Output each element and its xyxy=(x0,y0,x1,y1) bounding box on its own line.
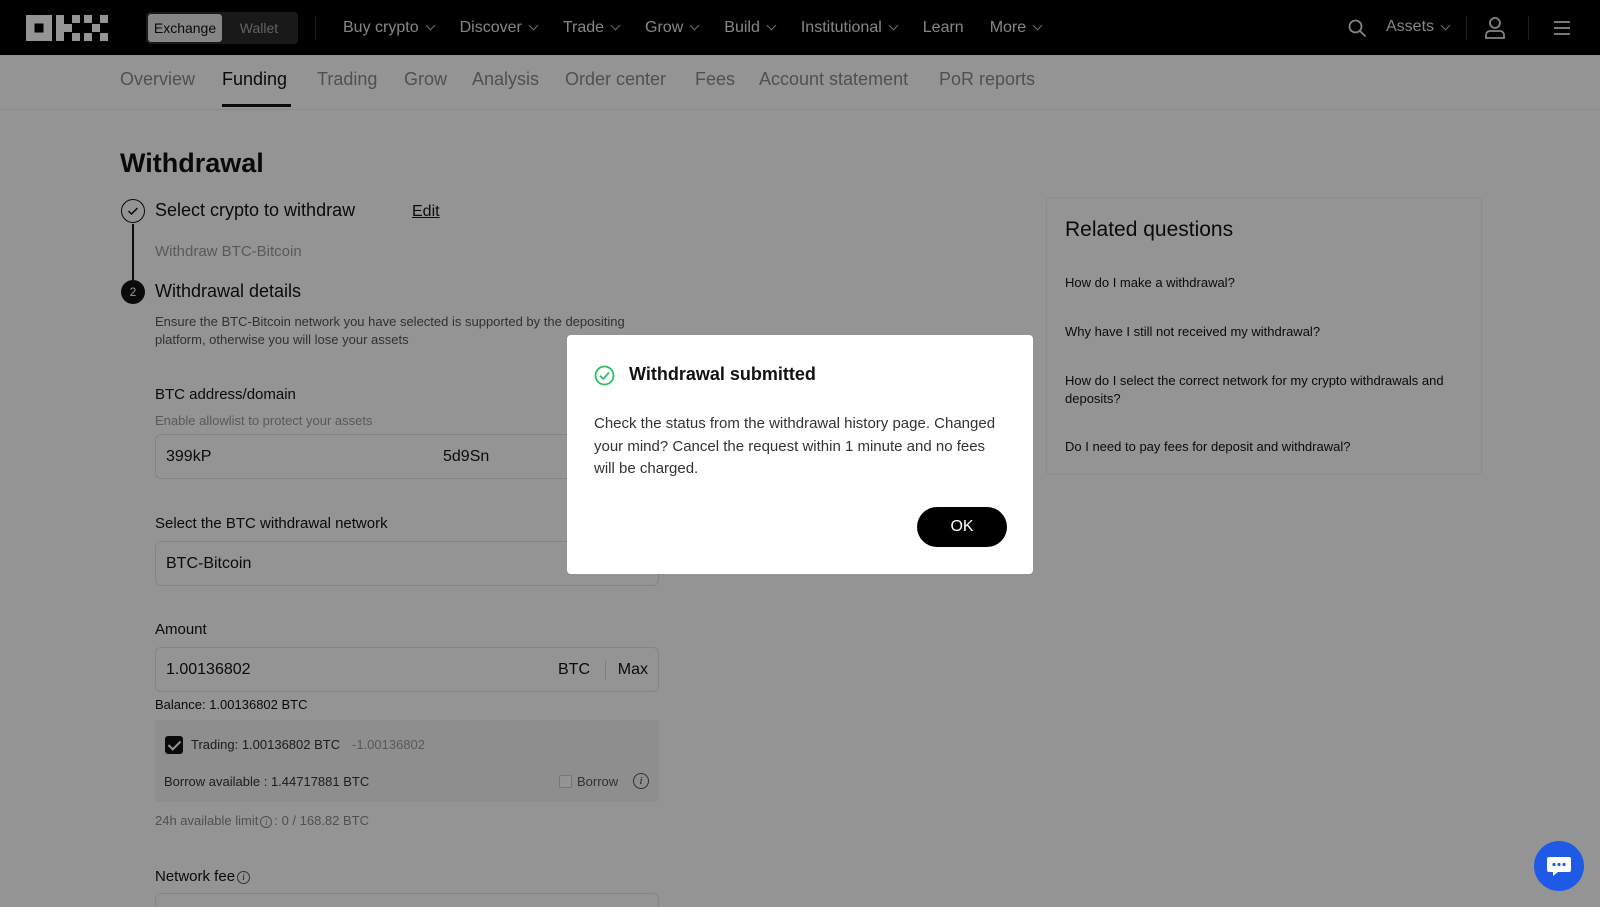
withdrawal-submitted-dialog: Withdrawal submitted Check the status fr… xyxy=(567,335,1033,574)
dialog-message: Check the status from the withdrawal his… xyxy=(594,415,996,477)
support-chat-button[interactable] xyxy=(1534,841,1584,891)
ok-button[interactable]: OK xyxy=(917,507,1007,547)
chat-icon xyxy=(1547,857,1571,876)
dialog-title: Withdrawal submitted xyxy=(629,364,816,384)
success-check-icon xyxy=(594,365,615,386)
